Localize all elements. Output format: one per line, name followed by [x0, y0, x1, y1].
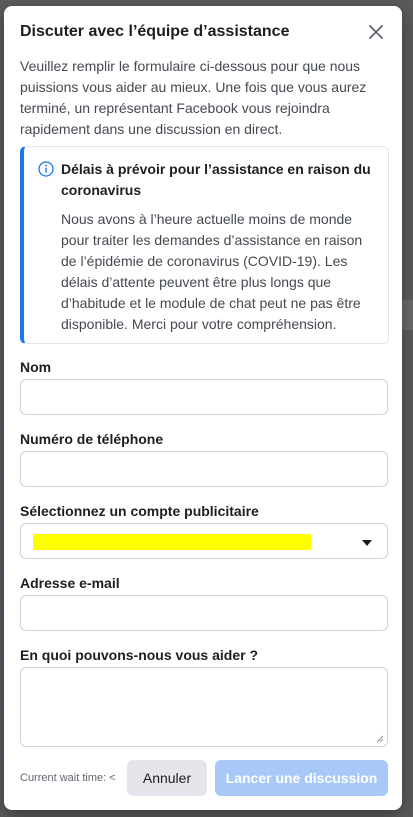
- close-button[interactable]: [366, 22, 386, 42]
- ad-account-label: Sélectionnez un compte publicitaire: [20, 503, 259, 519]
- info-icon: [38, 161, 54, 177]
- phone-field[interactable]: [20, 451, 388, 487]
- dialog-header: Discuter avec l’équipe d’assistance: [20, 20, 386, 44]
- help-label: En quoi pouvons-nous vous aider ?: [20, 647, 259, 663]
- start-chat-button[interactable]: Lancer une discussion: [215, 760, 388, 796]
- cancel-button[interactable]: Annuler: [127, 760, 207, 796]
- email-field[interactable]: [20, 595, 388, 631]
- close-icon: [369, 25, 383, 39]
- support-chat-dialog: Discuter avec l’équipe d’assistance Veui…: [4, 6, 402, 810]
- notice-body: Nous avons à l’heure actuelle moins de m…: [61, 211, 363, 332]
- notice-title: Délais à prévoir pour l’assistance en ra…: [61, 161, 371, 198]
- background-panel: [401, 300, 413, 330]
- resize-handle-icon[interactable]: [376, 735, 384, 743]
- ad-account-value-redacted: [33, 534, 311, 550]
- ad-account-select[interactable]: [20, 523, 388, 559]
- name-label: Nom: [20, 359, 52, 375]
- covid-notice: Délais à prévoir pour l’assistance en ra…: [20, 146, 389, 344]
- name-field[interactable]: [20, 379, 388, 415]
- chevron-down-icon: [362, 540, 372, 546]
- help-textarea-wrapper: [4, 667, 402, 747]
- phone-label: Numéro de téléphone: [20, 431, 164, 447]
- dialog-title: Discuter avec l’équipe d’assistance: [20, 23, 290, 40]
- email-label: Adresse e-mail: [20, 575, 120, 591]
- wait-time-text: Current wait time: <: [20, 772, 116, 784]
- help-textarea[interactable]: [20, 667, 388, 747]
- dialog-footer: Current wait time: < Annuler Lancer une …: [20, 760, 388, 796]
- intro-text: Veuillez remplir le formulaire ci-dessou…: [20, 58, 367, 137]
